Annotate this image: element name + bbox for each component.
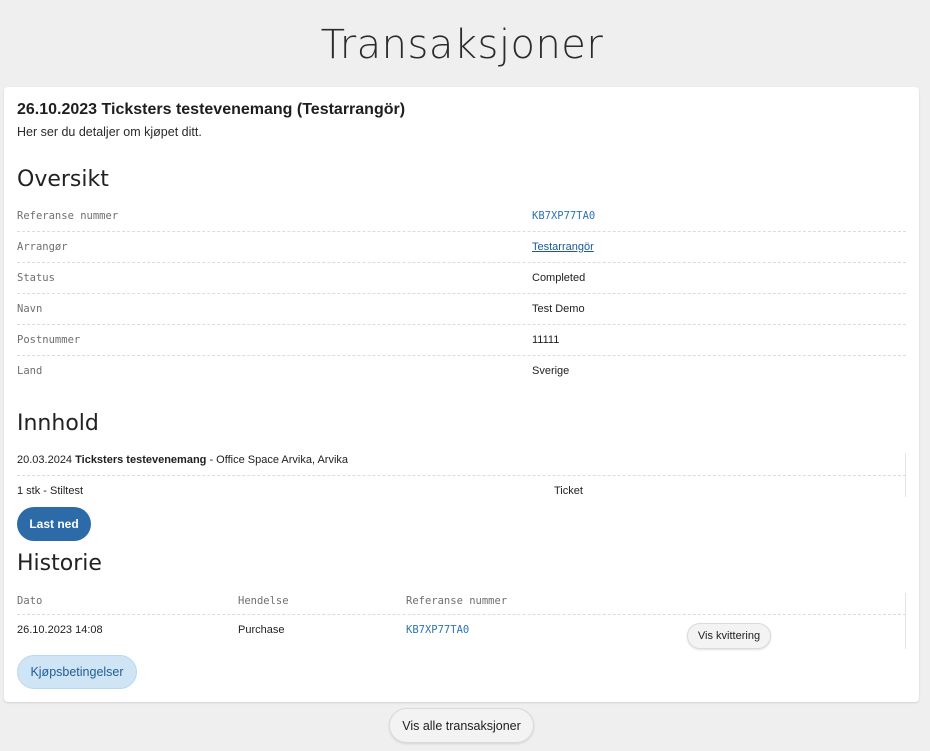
overview-row-postcode: Postnummer 11111 <box>17 325 906 356</box>
overview-value-postcode: 11111 <box>532 334 560 346</box>
contents-item-row: 1 stk - Stiltest Ticket <box>17 476 906 507</box>
terms-button[interactable]: Kjøpsbetingelser <box>17 655 137 689</box>
overview-heading: Oversikt <box>17 167 109 192</box>
view-receipt-button[interactable]: Vis kvittering <box>687 623 771 649</box>
overview-label: Referanse nummer <box>17 210 119 222</box>
contents-heading: Innhold <box>17 411 99 436</box>
event-venue: - Office Space Arvika, Arvika <box>206 454 349 466</box>
event-name: Ticksters testevenemang <box>75 454 207 466</box>
transaction-card: 26.10.2023 Ticksters testevenemang (Test… <box>4 87 919 702</box>
history-col-date: Dato <box>17 595 43 607</box>
overview-label: Arrangør <box>17 241 68 253</box>
overview-value-country: Sverige <box>532 365 570 377</box>
history-date: 26.10.2023 14:08 <box>17 624 103 636</box>
overview-row-name: Navn Test Demo <box>17 294 906 325</box>
history-col-event: Hendelse <box>238 595 289 607</box>
overview-label: Land <box>17 365 43 377</box>
purchase-subtitle: Her ser du detaljer om kjøpet ditt. <box>17 125 202 139</box>
overview-row-status: Status Completed <box>17 263 906 294</box>
table-row: 26.10.2023 14:08 Purchase KB7XP77TA0 Vis… <box>17 615 906 650</box>
page-title: Transaksjoner <box>320 22 604 68</box>
overview-value-reference: KB7XP77TA0 <box>532 210 596 222</box>
purchase-title: 26.10.2023 Ticksters testevenemang (Test… <box>17 101 406 118</box>
contents-event-row: 20.03.2024 Ticksters testevenemang - Off… <box>17 445 906 476</box>
history-col-reference: Referanse nummer <box>406 595 508 607</box>
download-button[interactable]: Last ned <box>17 507 91 541</box>
overview-label: Navn <box>17 303 43 315</box>
organizer-link[interactable]: Testarrangör <box>532 241 594 253</box>
item-type: Ticket <box>554 485 583 497</box>
table-edge <box>905 453 906 497</box>
history-heading: Historie <box>17 551 102 576</box>
history-reference: KB7XP77TA0 <box>406 624 470 636</box>
overview-row-reference: Referanse nummer KB7XP77TA0 <box>17 201 906 232</box>
item-description: 1 stk - Stiltest <box>17 485 84 497</box>
table-edge <box>905 593 906 649</box>
view-all-transactions-button[interactable]: Vis alle transaksjoner <box>389 708 534 743</box>
overview-value-name: Test Demo <box>532 303 585 315</box>
overview-value-status: Completed <box>532 272 586 284</box>
overview-label: Postnummer <box>17 334 81 346</box>
history-header: Dato Hendelse Referanse nummer <box>17 589 906 615</box>
overview-label: Status <box>17 272 55 284</box>
event-date: 20.03.2024 <box>17 454 73 466</box>
history-event: Purchase <box>238 624 285 636</box>
overview-row-country: Land Sverige <box>17 356 906 387</box>
overview-row-organizer: Arrangør Testarrangör <box>17 232 906 263</box>
